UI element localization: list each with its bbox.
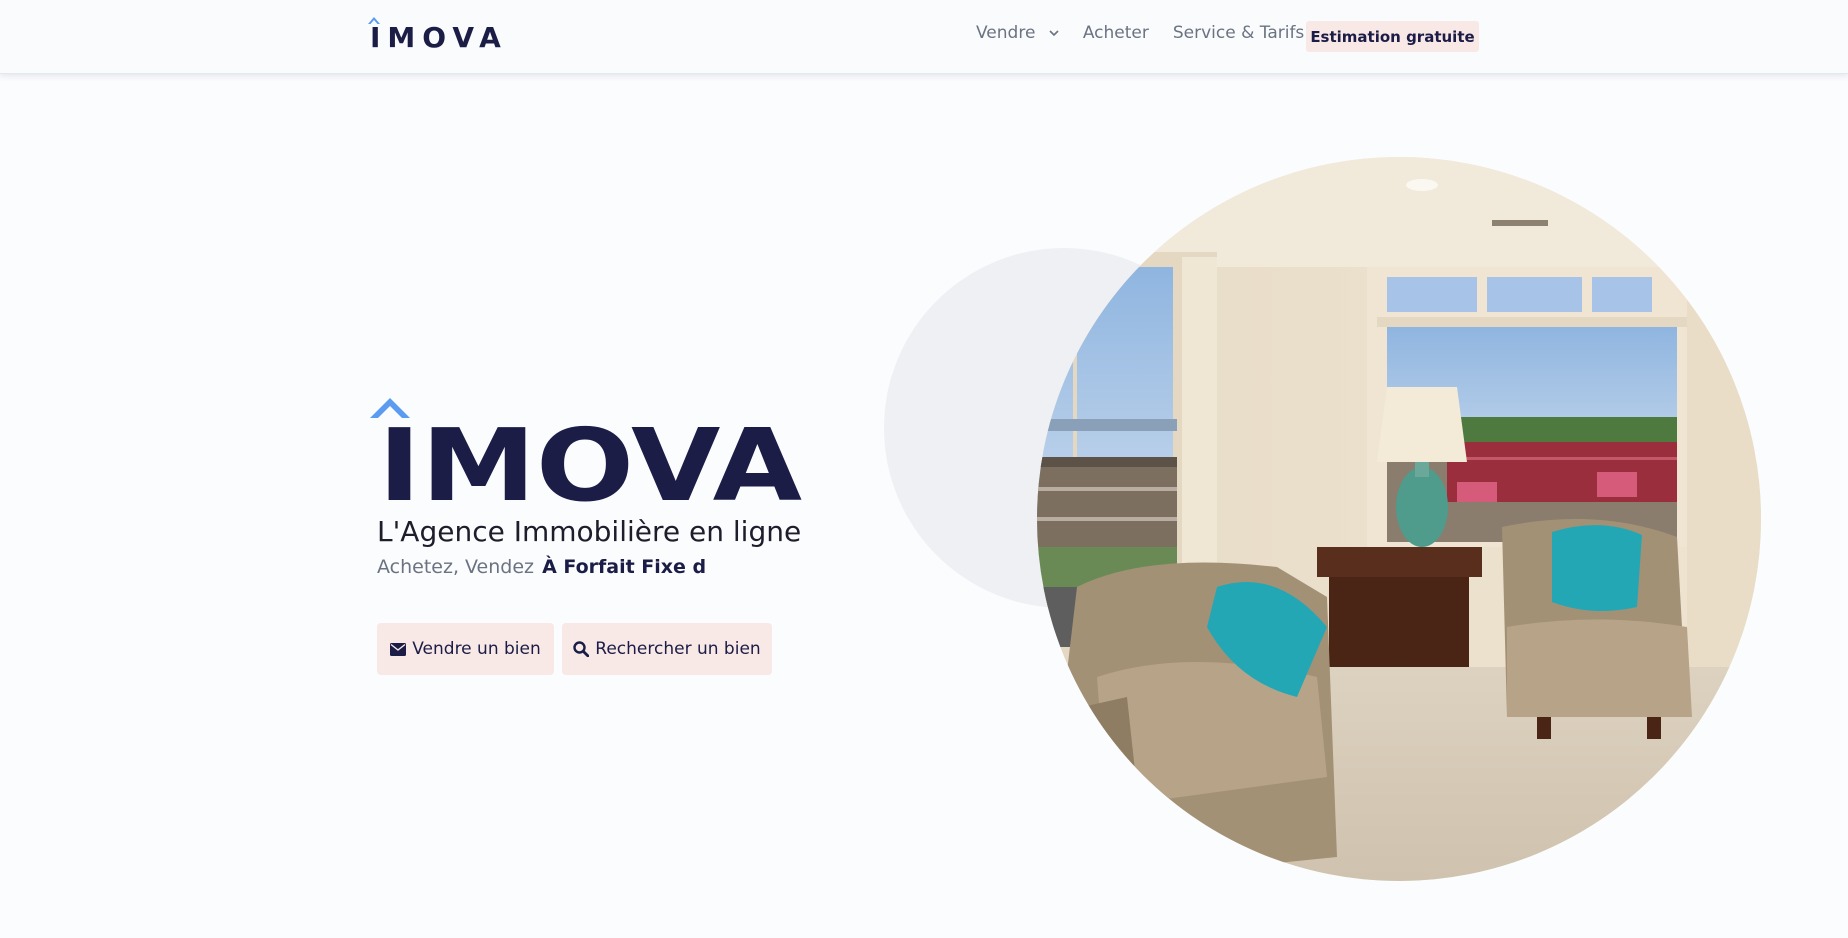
hero-tagline: Achetez, Vendez À Forfait Fixe d [377, 556, 706, 578]
top-navbar: I MOVA Vendre Acheter Service & Tarifs E… [0, 0, 1848, 74]
search-property-button[interactable]: Rechercher un bien [562, 623, 772, 675]
sell-property-button[interactable]: Vendre un bien [377, 623, 554, 675]
chevron-down-icon [1049, 29, 1059, 36]
tagline-highlight: À Forfait Fixe d [542, 556, 707, 578]
nav-link-acheter[interactable]: Acheter [1083, 23, 1149, 43]
tagline-prefix: Achetez, Vendez [377, 556, 535, 578]
sell-property-label: Vendre un bien [412, 639, 541, 659]
estimation-gratuite-button[interactable]: Estimation gratuite [1306, 21, 1479, 52]
search-icon [573, 641, 590, 657]
logo-rest: MOVA [387, 21, 508, 54]
logo-letter-i: I [368, 17, 388, 54]
living-room-illustration [1037, 157, 1761, 881]
hero-logo: IMOVA [370, 398, 810, 524]
logo-letter-i-text: I [370, 21, 388, 54]
envelope-icon [390, 642, 407, 656]
nav-link-vendre-label: Vendre [976, 23, 1036, 43]
nav-link-service-tarifs[interactable]: Service & Tarifs [1173, 23, 1304, 43]
search-property-label: Rechercher un bien [595, 639, 761, 659]
hero-subtitle: L'Agence Immobilière en ligne [377, 515, 802, 548]
nav-logo[interactable]: I MOVA [368, 17, 508, 54]
nav-link-vendre[interactable]: Vendre [976, 23, 1059, 43]
hero-living-room-image [1037, 157, 1761, 881]
roof-icon [368, 17, 380, 24]
nav-menu: Vendre Acheter Service & Tarifs [976, 23, 1328, 43]
hero-logo-graphic: IMOVA [370, 398, 802, 524]
hero-logo-text: IMOVA [378, 407, 802, 504]
